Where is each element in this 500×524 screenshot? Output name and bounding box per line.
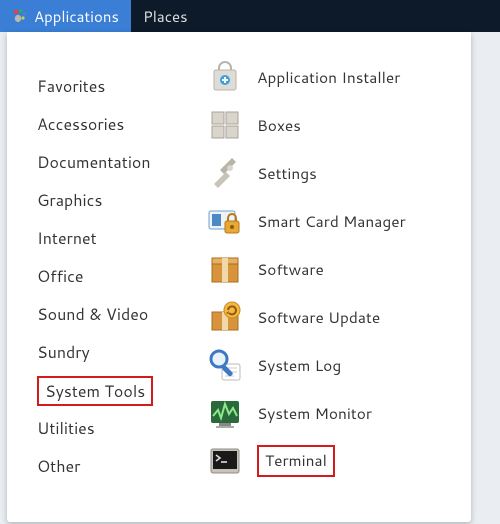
app-label: System Monitor	[257, 402, 372, 424]
applications-dropdown: Favorites Accessories Documentation Grap…	[7, 32, 471, 522]
menu-places[interactable]: Places	[131, 0, 200, 32]
app-label: Software Update	[257, 306, 380, 328]
shopping-bag-icon	[207, 59, 243, 95]
app-label: Settings	[257, 162, 317, 184]
category-accessories[interactable]: Accessories	[37, 106, 207, 144]
package-icon	[207, 251, 243, 287]
app-system-log[interactable]: System Log	[207, 341, 461, 389]
menu-applications[interactable]: Applications	[0, 0, 131, 32]
app-application-installer[interactable]: Application Installer	[207, 53, 461, 101]
app-software[interactable]: Software	[207, 245, 461, 293]
magnifier-log-icon	[207, 347, 243, 383]
category-documentation[interactable]: Documentation	[37, 144, 207, 182]
terminal-icon	[207, 443, 243, 479]
app-label: Boxes	[257, 114, 301, 136]
category-internet[interactable]: Internet	[37, 220, 207, 258]
boxes-icon	[207, 107, 243, 143]
application-list: Application Installer Boxes	[207, 50, 471, 522]
menu-places-label: Places	[143, 6, 188, 27]
app-terminal[interactable]: Terminal	[207, 437, 461, 485]
gnome-foot-icon	[12, 8, 28, 24]
top-menubar: Applications Places	[0, 0, 500, 32]
smartcard-lock-icon	[207, 203, 243, 239]
package-update-icon	[207, 299, 243, 335]
app-label: Application Installer	[257, 66, 400, 88]
app-smart-card-manager[interactable]: Smart Card Manager	[207, 197, 461, 245]
app-label: Software	[257, 258, 324, 280]
category-utilities[interactable]: Utilities	[37, 410, 207, 448]
category-favorites[interactable]: Favorites	[37, 68, 207, 106]
app-label: System Log	[257, 354, 341, 376]
category-system-tools[interactable]: System Tools	[37, 372, 207, 410]
menu-applications-label: Applications	[34, 6, 119, 27]
highlight-terminal: Terminal	[257, 445, 335, 477]
category-office[interactable]: Office	[37, 258, 207, 296]
app-software-update[interactable]: Software Update	[207, 293, 461, 341]
category-sound-video[interactable]: Sound & Video	[37, 296, 207, 334]
highlight-system-tools: System Tools	[37, 376, 153, 406]
system-monitor-icon	[207, 395, 243, 431]
app-label: Smart Card Manager	[257, 210, 406, 232]
settings-wrench-icon	[207, 155, 243, 191]
category-list: Favorites Accessories Documentation Grap…	[7, 50, 207, 522]
app-settings[interactable]: Settings	[207, 149, 461, 197]
app-system-monitor[interactable]: System Monitor	[207, 389, 461, 437]
category-sundry[interactable]: Sundry	[37, 334, 207, 372]
category-graphics[interactable]: Graphics	[37, 182, 207, 220]
app-boxes[interactable]: Boxes	[207, 101, 461, 149]
category-other[interactable]: Other	[37, 448, 207, 486]
